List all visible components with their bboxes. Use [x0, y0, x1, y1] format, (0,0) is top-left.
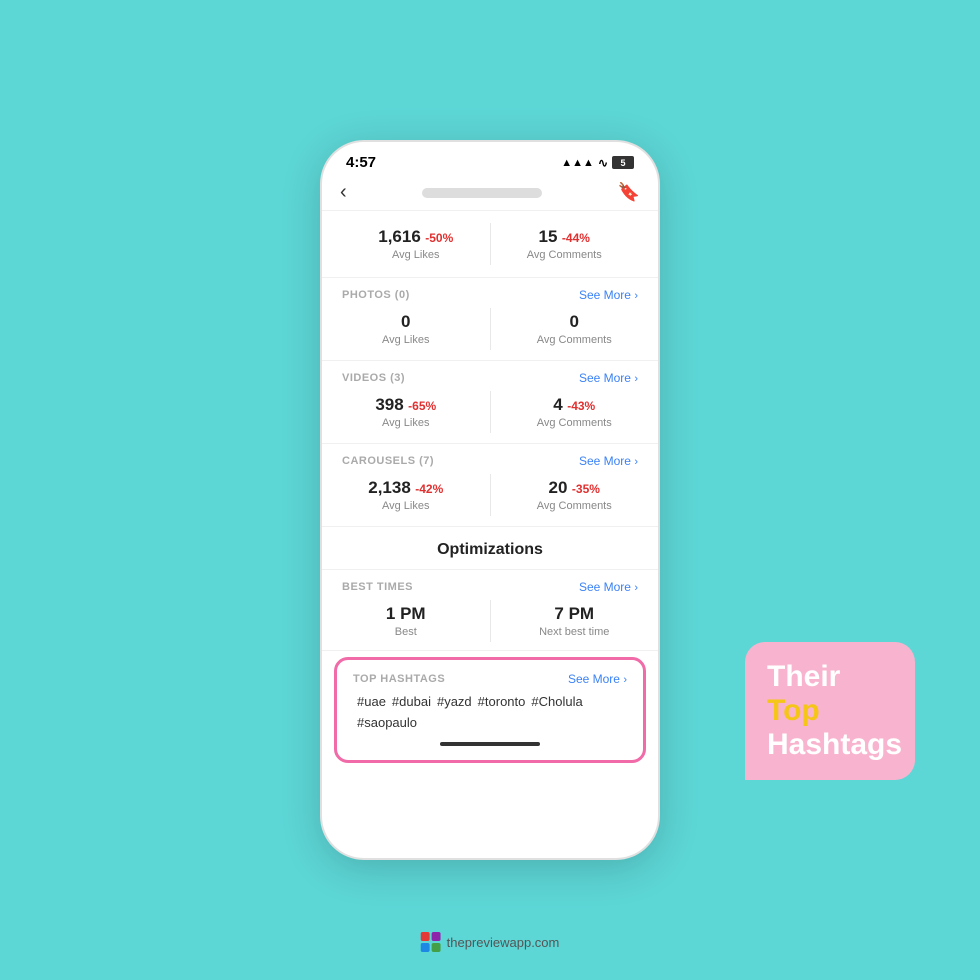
hashtag-uae: #uae	[357, 694, 386, 709]
hashtags-chevron-icon: ›	[623, 674, 627, 686]
best-times-see-more[interactable]: See More ›	[579, 580, 638, 594]
photos-avg-comments: 0 Avg Comments	[490, 308, 659, 350]
watermark-logo-icon	[421, 932, 441, 952]
videos-section: VIDEOS (3) See More › 398 -65% Avg Likes	[322, 361, 658, 444]
top-hashtags-section: TOP HASHTAGS See More › #uae #dubai #yaz…	[334, 657, 646, 763]
optimizations-heading: Optimizations	[322, 527, 658, 570]
nav-bar: ‹ 🔖	[322, 175, 658, 211]
best-time-1: 1 PM Best	[322, 600, 490, 642]
photos-header: PHOTOS (0) See More ›	[322, 278, 658, 308]
videos-avg-comments-val: 4 -43%	[491, 395, 659, 415]
hashtags-title: TOP HASHTAGS	[353, 673, 445, 685]
main-avg-likes-value: 1,616 -50%	[342, 227, 490, 247]
hashtag-toronto: #toronto	[478, 694, 526, 709]
best-times-section: BEST TIMES See More › 1 PM Best 7 PM Nex…	[322, 570, 658, 651]
home-indicator	[440, 742, 540, 746]
hashtags-header: TOP HASHTAGS See More ›	[349, 668, 631, 688]
wifi-icon: ∿	[598, 156, 608, 170]
videos-avg-comments: 4 -43% Avg Comments	[490, 391, 659, 433]
signal-icon: ▲▲▲	[561, 157, 594, 169]
status-time: 4:57	[346, 154, 376, 171]
scene: 4:57 ▲▲▲ ∿ 5 ‹ 🔖 1,616 -50%	[0, 0, 980, 980]
videos-stats-row: 398 -65% Avg Likes 4 -43% Avg Comments	[322, 391, 658, 433]
main-avg-comments-label: Avg Comments	[491, 249, 639, 261]
best-times-title: BEST TIMES	[342, 581, 413, 593]
best-time-2: 7 PM Next best time	[490, 600, 659, 642]
carousels-see-more[interactable]: See More ›	[579, 454, 638, 468]
phone-content: 1,616 -50% Avg Likes 15 -44% Avg Comment…	[322, 211, 658, 837]
watermark: thepreviewapp.com	[421, 932, 560, 952]
back-button[interactable]: ‹	[340, 181, 347, 204]
carousels-avg-comments-val: 20 -35%	[491, 478, 659, 498]
watermark-text: thepreviewapp.com	[447, 935, 560, 950]
bookmark-icon[interactable]: 🔖	[618, 182, 640, 203]
videos-see-more[interactable]: See More ›	[579, 371, 638, 385]
carousels-stats-row: 2,138 -42% Avg Likes 20 -35% Avg Comment…	[322, 474, 658, 516]
status-icons: ▲▲▲ ∿ 5	[561, 156, 634, 170]
carousels-section: CAROUSELS (7) See More › 2,138 -42% Avg …	[322, 444, 658, 527]
carousels-header: CAROUSELS (7) See More ›	[322, 444, 658, 474]
label-line3: Hashtags	[767, 728, 893, 762]
videos-chevron-icon: ›	[634, 373, 638, 385]
best-times-chevron-icon: ›	[634, 582, 638, 594]
profile-title-blurred	[422, 188, 542, 198]
main-stats-section: 1,616 -50% Avg Likes 15 -44% Avg Comment…	[322, 211, 658, 278]
main-avg-comments-value: 15 -44%	[491, 227, 639, 247]
photos-stats-row: 0 Avg Likes 0 Avg Comments	[322, 308, 658, 350]
hashtag-yazd: #yazd	[437, 694, 472, 709]
label-line1: Their	[767, 660, 893, 694]
videos-avg-likes-val: 398 -65%	[322, 395, 490, 415]
videos-avg-likes: 398 -65% Avg Likes	[322, 391, 490, 433]
carousels-avg-comments: 20 -35% Avg Comments	[490, 474, 659, 516]
photos-chevron-icon: ›	[634, 290, 638, 302]
carousels-avg-likes: 2,138 -42% Avg Likes	[322, 474, 490, 516]
carousels-avg-likes-val: 2,138 -42%	[322, 478, 490, 498]
videos-title: VIDEOS (3)	[342, 372, 405, 384]
hashtags-see-more[interactable]: See More ›	[568, 672, 627, 686]
hashtag-saopaulo: #saopaulo	[357, 715, 417, 730]
carousels-title: CAROUSELS (7)	[342, 455, 434, 467]
photos-title: PHOTOS (0)	[342, 289, 410, 301]
hashtag-dubai: #dubai	[392, 694, 431, 709]
battery-icon: 5	[612, 156, 634, 169]
main-stats-row: 1,616 -50% Avg Likes 15 -44% Avg Comment…	[342, 223, 638, 265]
label-card: Their Top Hashtags	[745, 642, 915, 780]
best-times-row: 1 PM Best 7 PM Next best time	[322, 600, 658, 642]
label-line2: Top	[767, 694, 893, 728]
photos-see-more[interactable]: See More ›	[579, 288, 638, 302]
main-avg-likes-label: Avg Likes	[342, 249, 490, 261]
carousels-chevron-icon: ›	[634, 456, 638, 468]
photos-avg-likes: 0 Avg Likes	[322, 308, 490, 350]
hashtag-cholula: #Cholula	[531, 694, 582, 709]
status-bar: 4:57 ▲▲▲ ∿ 5	[322, 142, 658, 175]
videos-header: VIDEOS (3) See More ›	[322, 361, 658, 391]
hashtag-list: #uae #dubai #yazd #toronto #Cholula #sao…	[349, 688, 631, 736]
phone-frame: 4:57 ▲▲▲ ∿ 5 ‹ 🔖 1,616 -50%	[320, 140, 660, 860]
best-times-header: BEST TIMES See More ›	[322, 570, 658, 600]
photos-section: PHOTOS (0) See More › 0 Avg Likes 0 Avg …	[322, 278, 658, 361]
main-avg-comments: 15 -44% Avg Comments	[490, 223, 639, 265]
main-avg-likes: 1,616 -50% Avg Likes	[342, 223, 490, 265]
